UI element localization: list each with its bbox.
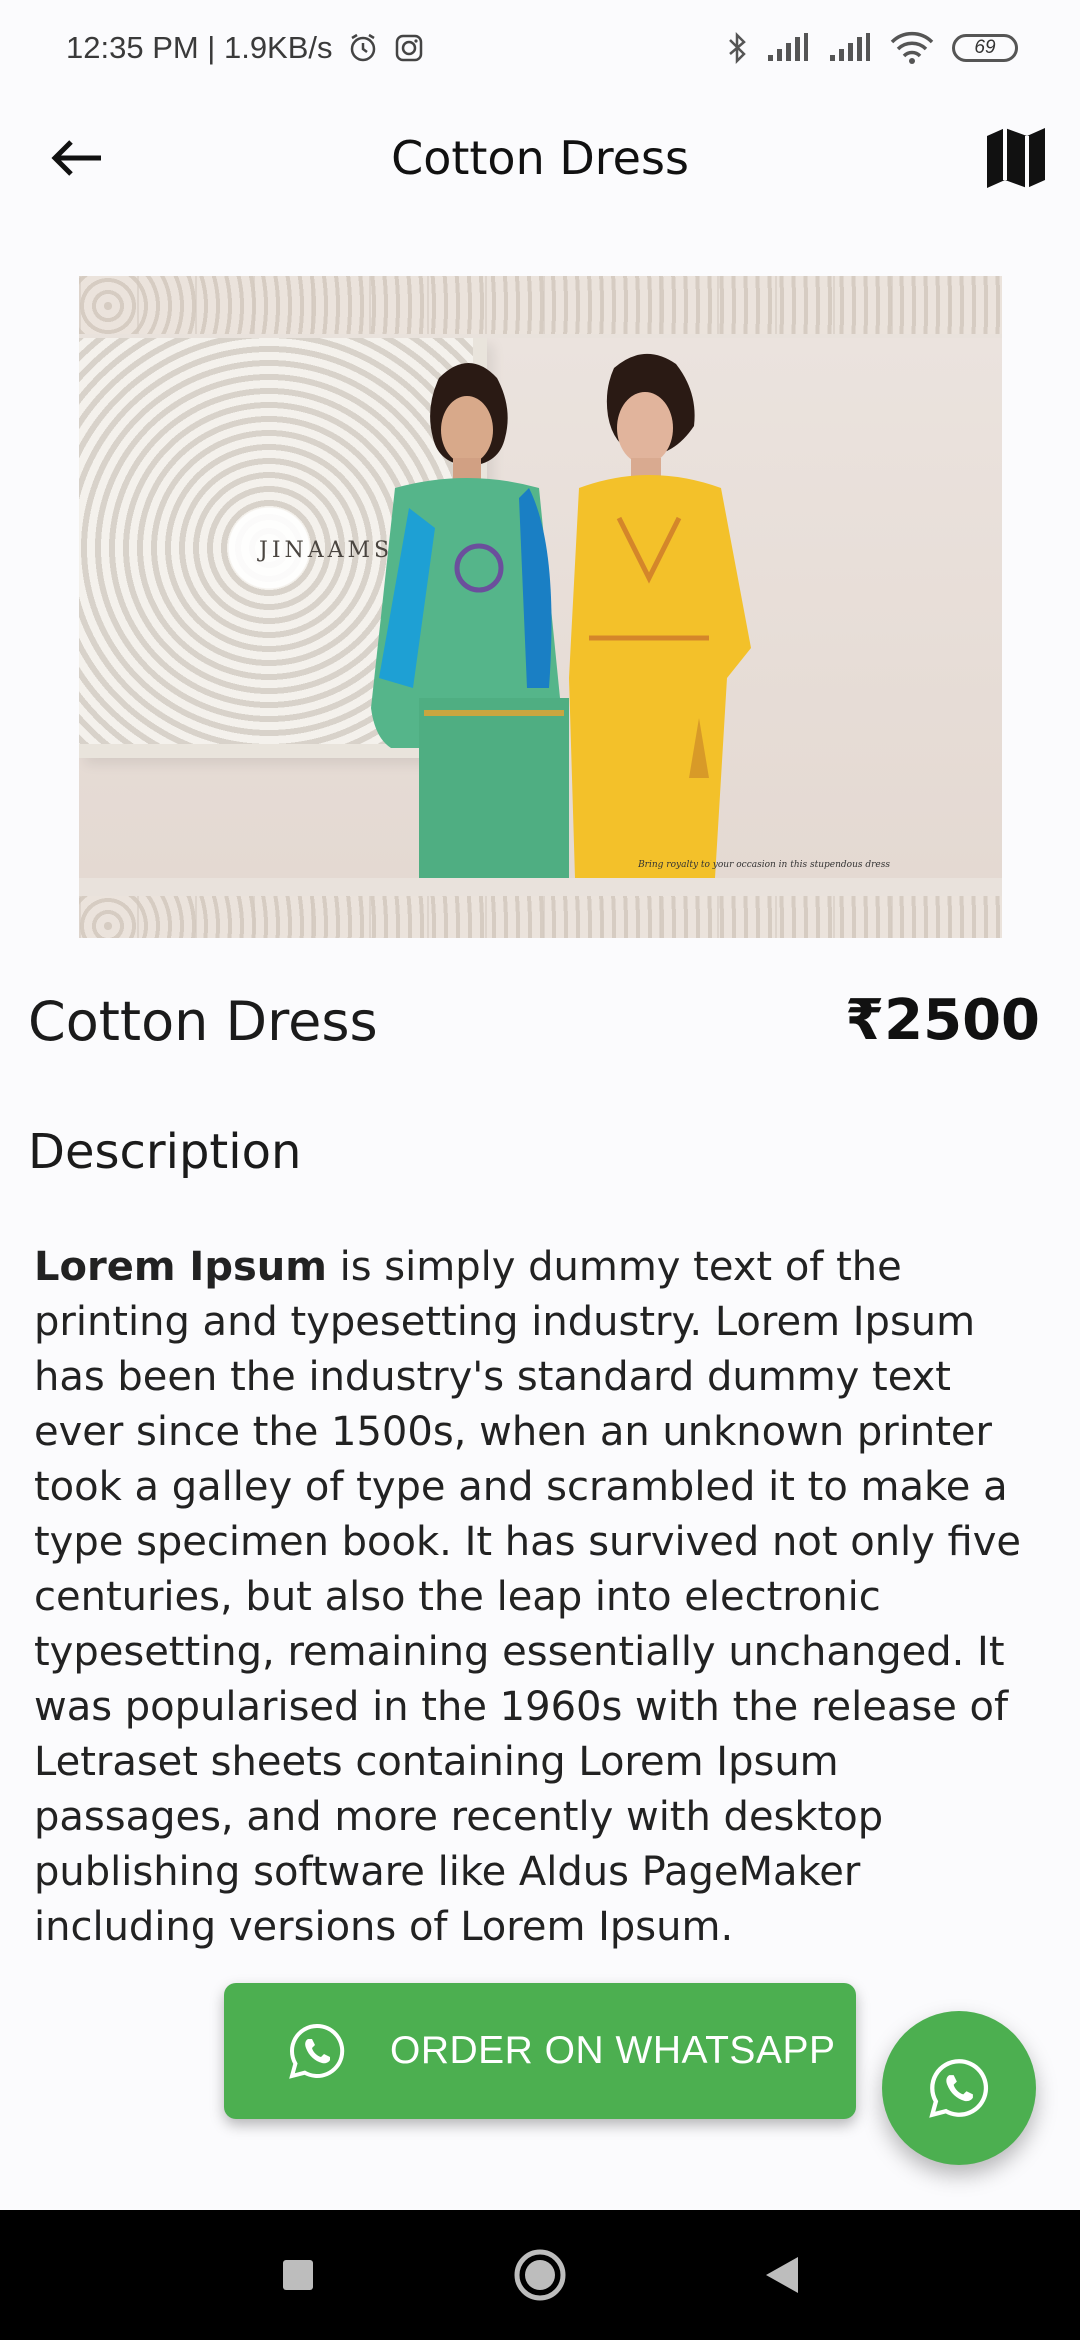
back-icon [766,2257,798,2293]
description-body: is simply dummy text of the printing and… [34,1244,1022,1950]
wifi-icon [890,31,934,65]
pattern-strip [79,896,1002,938]
recents-button[interactable] [268,2245,328,2305]
system-nav-bar [0,2210,1080,2340]
page-title: Cotton Dress [391,131,689,185]
app-bar: Cotton Dress [0,96,1080,220]
status-time: 12:35 PM | 1.9KB/s [66,30,333,65]
battery-level: 69 [974,37,996,58]
whatsapp-fab[interactable] [882,2011,1036,2165]
status-bar: 12:35 PM | 1.9KB/s 69 [0,0,1080,96]
status-left: 12:35 PM | 1.9KB/s [66,30,425,66]
home-icon [514,2249,566,2301]
screen: 12:35 PM | 1.9KB/s 69 Cotton Dress JINAA… [0,0,1080,2340]
models-illustration [371,353,751,878]
recents-icon [283,2260,313,2290]
product-name: Cotton Dress [28,990,378,1053]
signal-icon [766,33,810,63]
order-button-label: ORDER ON WHATSAPP [390,2029,836,2072]
bluetooth-icon [726,31,748,65]
product-photo: JINAAMS Bring royalty to your occasion i… [79,338,1002,878]
map-icon [987,128,1045,188]
product-price: ₹2500 [845,988,1040,1053]
description-bold-lead: Lorem Ipsum [34,1244,327,1290]
product-image: JINAAMS Bring royalty to your occasion i… [79,276,1002,938]
signal-icon [828,33,872,63]
pattern-strip [79,276,1002,334]
image-tagline: Bring royalty to your occasion in this s… [638,860,890,870]
instagram-icon [393,32,425,64]
map-button[interactable] [982,124,1050,192]
home-button[interactable] [510,2245,570,2305]
status-right: 69 [726,31,1018,65]
description-text: Lorem Ipsum is simply dummy text of the … [34,1240,1044,1955]
whatsapp-icon [289,2023,345,2079]
whatsapp-icon [929,2059,989,2118]
system-back-button[interactable] [752,2245,812,2305]
alarm-icon [347,32,379,64]
arrow-left-icon [51,140,101,176]
description-heading: Description [28,1124,302,1180]
back-button[interactable] [44,126,108,190]
order-on-whatsapp-button[interactable]: ORDER ON WHATSAPP [224,1983,856,2119]
battery-icon: 69 [952,34,1018,62]
